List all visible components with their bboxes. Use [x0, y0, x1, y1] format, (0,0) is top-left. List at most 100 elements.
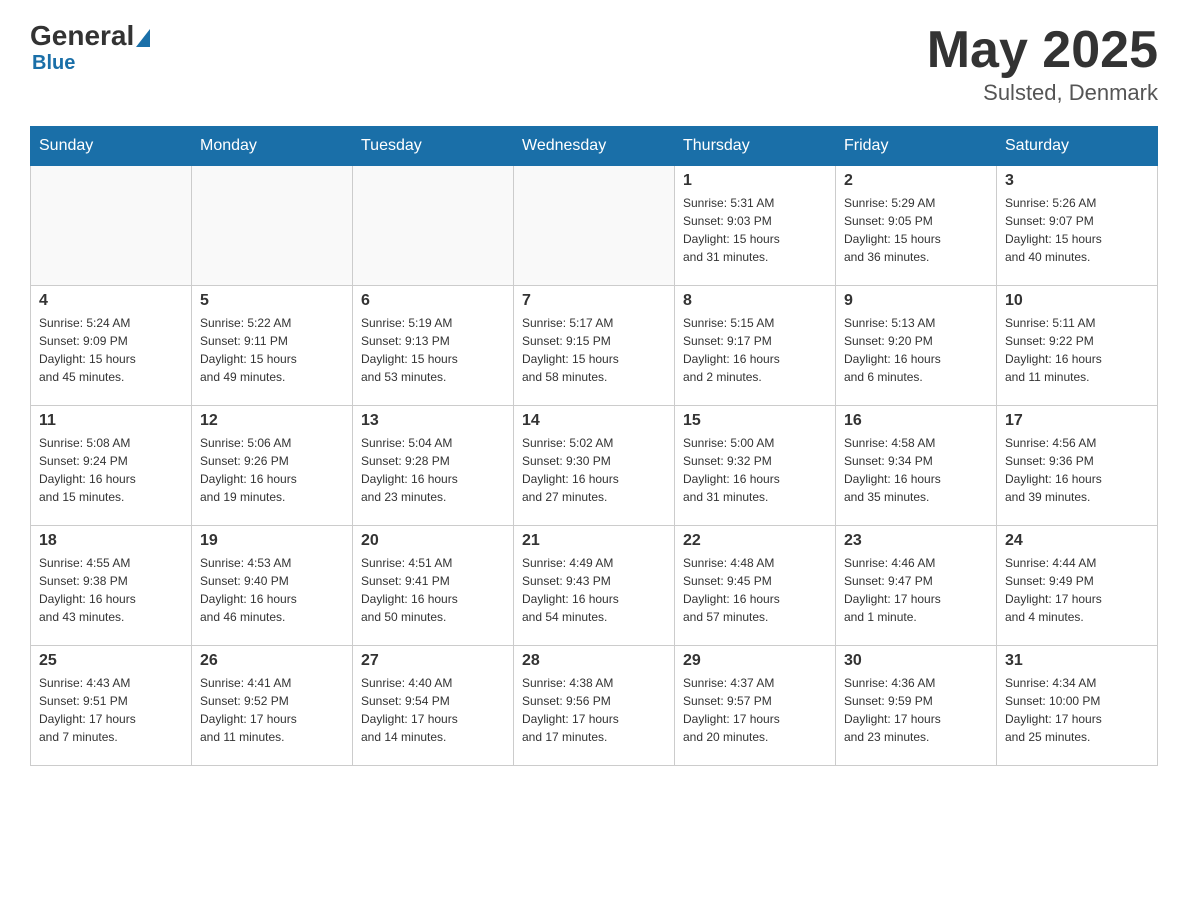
calendar-cell: 25 Sunrise: 4:43 AMSunset: 9:51 PMDayligh… [31, 646, 192, 766]
calendar-cell: 10 Sunrise: 5:11 AMSunset: 9:22 PMDayligh… [997, 286, 1158, 406]
day-number: 11 [39, 412, 183, 430]
day-number: 22 [683, 532, 827, 550]
day-number: 29 [683, 652, 827, 670]
title-section: May 2025 Sulsted, Denmark [927, 20, 1158, 106]
day-number: 3 [1005, 172, 1149, 190]
day-number: 18 [39, 532, 183, 550]
day-number: 23 [844, 532, 988, 550]
weekday-header-row: SundayMondayTuesdayWednesdayThursdayFrid… [31, 127, 1158, 166]
day-info: Sunrise: 4:37 AMSunset: 9:57 PMDaylight:… [683, 674, 827, 746]
day-info: Sunrise: 4:51 AMSunset: 9:41 PMDaylight:… [361, 554, 505, 626]
calendar-cell: 30 Sunrise: 4:36 AMSunset: 9:59 PMDayligh… [836, 646, 997, 766]
day-number: 31 [1005, 652, 1149, 670]
weekday-header-sunday: Sunday [31, 127, 192, 166]
weekday-header-wednesday: Wednesday [514, 127, 675, 166]
day-info: Sunrise: 5:19 AMSunset: 9:13 PMDaylight:… [361, 314, 505, 386]
calendar-cell: 26 Sunrise: 4:41 AMSunset: 9:52 PMDayligh… [192, 646, 353, 766]
calendar-cell: 5 Sunrise: 5:22 AMSunset: 9:11 PMDaylight… [192, 286, 353, 406]
day-number: 12 [200, 412, 344, 430]
weekday-header-friday: Friday [836, 127, 997, 166]
day-info: Sunrise: 4:56 AMSunset: 9:36 PMDaylight:… [1005, 434, 1149, 506]
day-info: Sunrise: 5:26 AMSunset: 9:07 PMDaylight:… [1005, 194, 1149, 266]
day-number: 21 [522, 532, 666, 550]
weekday-header-saturday: Saturday [997, 127, 1158, 166]
logo-triangle-icon [136, 29, 150, 47]
day-info: Sunrise: 4:49 AMSunset: 9:43 PMDaylight:… [522, 554, 666, 626]
calendar-cell: 20 Sunrise: 4:51 AMSunset: 9:41 PMDayligh… [353, 526, 514, 646]
day-info: Sunrise: 4:48 AMSunset: 9:45 PMDaylight:… [683, 554, 827, 626]
day-number: 27 [361, 652, 505, 670]
calendar-cell: 1Sunrise: 5:31 AMSunset: 9:03 PMDaylight… [675, 166, 836, 286]
day-info: Sunrise: 4:34 AMSunset: 10:00 PMDaylight… [1005, 674, 1149, 746]
calendar-cell: 23Sunrise: 4:46 AMSunset: 9:47 PMDayligh… [836, 526, 997, 646]
day-number: 17 [1005, 412, 1149, 430]
day-info: Sunrise: 4:41 AMSunset: 9:52 PMDaylight:… [200, 674, 344, 746]
day-number: 7 [522, 292, 666, 310]
day-number: 30 [844, 652, 988, 670]
calendar-cell: 14 Sunrise: 5:02 AMSunset: 9:30 PMDayligh… [514, 406, 675, 526]
day-info: Sunrise: 4:36 AMSunset: 9:59 PMDaylight:… [844, 674, 988, 746]
page-header: General Blue May 2025 Sulsted, Denmark [30, 20, 1158, 106]
calendar-week-row: 11 Sunrise: 5:08 AMSunset: 9:24 PMDayligh… [31, 406, 1158, 526]
day-number: 13 [361, 412, 505, 430]
calendar-week-row: 4 Sunrise: 5:24 AMSunset: 9:09 PMDaylight… [31, 286, 1158, 406]
weekday-header-monday: Monday [192, 127, 353, 166]
day-info: Sunrise: 5:29 AMSunset: 9:05 PMDaylight:… [844, 194, 988, 266]
day-info: Sunrise: 5:17 AMSunset: 9:15 PMDaylight:… [522, 314, 666, 386]
calendar-cell: 8 Sunrise: 5:15 AMSunset: 9:17 PMDaylight… [675, 286, 836, 406]
day-number: 28 [522, 652, 666, 670]
calendar-cell: 11 Sunrise: 5:08 AMSunset: 9:24 PMDayligh… [31, 406, 192, 526]
weekday-header-thursday: Thursday [675, 127, 836, 166]
day-number: 25 [39, 652, 183, 670]
day-info: Sunrise: 4:40 AMSunset: 9:54 PMDaylight:… [361, 674, 505, 746]
calendar-cell: 22 Sunrise: 4:48 AMSunset: 9:45 PMDayligh… [675, 526, 836, 646]
day-info: Sunrise: 5:24 AMSunset: 9:09 PMDaylight:… [39, 314, 183, 386]
calendar-cell: 28 Sunrise: 4:38 AMSunset: 9:56 PMDayligh… [514, 646, 675, 766]
logo: General Blue [30, 20, 154, 75]
day-number: 15 [683, 412, 827, 430]
day-info: Sunrise: 5:11 AMSunset: 9:22 PMDaylight:… [1005, 314, 1149, 386]
calendar-cell: 27 Sunrise: 4:40 AMSunset: 9:54 PMDayligh… [353, 646, 514, 766]
day-info: Sunrise: 4:58 AMSunset: 9:34 PMDaylight:… [844, 434, 988, 506]
day-info: Sunrise: 5:06 AMSunset: 9:26 PMDaylight:… [200, 434, 344, 506]
day-number: 5 [200, 292, 344, 310]
logo-general-text: General [30, 20, 134, 52]
calendar-table: SundayMondayTuesdayWednesdayThursdayFrid… [30, 126, 1158, 766]
calendar-cell: 21 Sunrise: 4:49 AMSunset: 9:43 PMDayligh… [514, 526, 675, 646]
calendar-week-row: 25 Sunrise: 4:43 AMSunset: 9:51 PMDayligh… [31, 646, 1158, 766]
calendar-cell: 16 Sunrise: 4:58 AMSunset: 9:34 PMDayligh… [836, 406, 997, 526]
day-info: Sunrise: 5:08 AMSunset: 9:24 PMDaylight:… [39, 434, 183, 506]
calendar-week-row: 18Sunrise: 4:55 AMSunset: 9:38 PMDayligh… [31, 526, 1158, 646]
day-info: Sunrise: 4:53 AMSunset: 9:40 PMDaylight:… [200, 554, 344, 626]
calendar-cell [31, 166, 192, 286]
month-title: May 2025 [927, 20, 1158, 80]
day-number: 20 [361, 532, 505, 550]
day-info: Sunrise: 5:02 AMSunset: 9:30 PMDaylight:… [522, 434, 666, 506]
calendar-cell [192, 166, 353, 286]
day-number: 14 [522, 412, 666, 430]
day-info: Sunrise: 5:22 AMSunset: 9:11 PMDaylight:… [200, 314, 344, 386]
calendar-cell: 7 Sunrise: 5:17 AMSunset: 9:15 PMDaylight… [514, 286, 675, 406]
day-number: 26 [200, 652, 344, 670]
calendar-cell: 31 Sunrise: 4:34 AMSunset: 10:00 PMDaylig… [997, 646, 1158, 766]
day-info: Sunrise: 4:38 AMSunset: 9:56 PMDaylight:… [522, 674, 666, 746]
day-number: 16 [844, 412, 988, 430]
day-number: 4 [39, 292, 183, 310]
weekday-header-tuesday: Tuesday [353, 127, 514, 166]
logo-bottom-text: Blue [32, 52, 75, 75]
day-info: Sunrise: 5:00 AMSunset: 9:32 PMDaylight:… [683, 434, 827, 506]
day-number: 9 [844, 292, 988, 310]
calendar-cell: 3 Sunrise: 5:26 AMSunset: 9:07 PMDaylight… [997, 166, 1158, 286]
day-number: 8 [683, 292, 827, 310]
location-text: Sulsted, Denmark [927, 80, 1158, 106]
day-info: Sunrise: 5:04 AMSunset: 9:28 PMDaylight:… [361, 434, 505, 506]
calendar-cell: 6Sunrise: 5:19 AMSunset: 9:13 PMDaylight… [353, 286, 514, 406]
calendar-cell: 19Sunrise: 4:53 AMSunset: 9:40 PMDayligh… [192, 526, 353, 646]
day-info: Sunrise: 4:43 AMSunset: 9:51 PMDaylight:… [39, 674, 183, 746]
logo-top: General [30, 20, 154, 52]
day-info: Sunrise: 5:15 AMSunset: 9:17 PMDaylight:… [683, 314, 827, 386]
day-number: 1 [683, 172, 827, 190]
day-number: 10 [1005, 292, 1149, 310]
calendar-cell: 29 Sunrise: 4:37 AMSunset: 9:57 PMDayligh… [675, 646, 836, 766]
day-info: Sunrise: 4:44 AMSunset: 9:49 PMDaylight:… [1005, 554, 1149, 626]
